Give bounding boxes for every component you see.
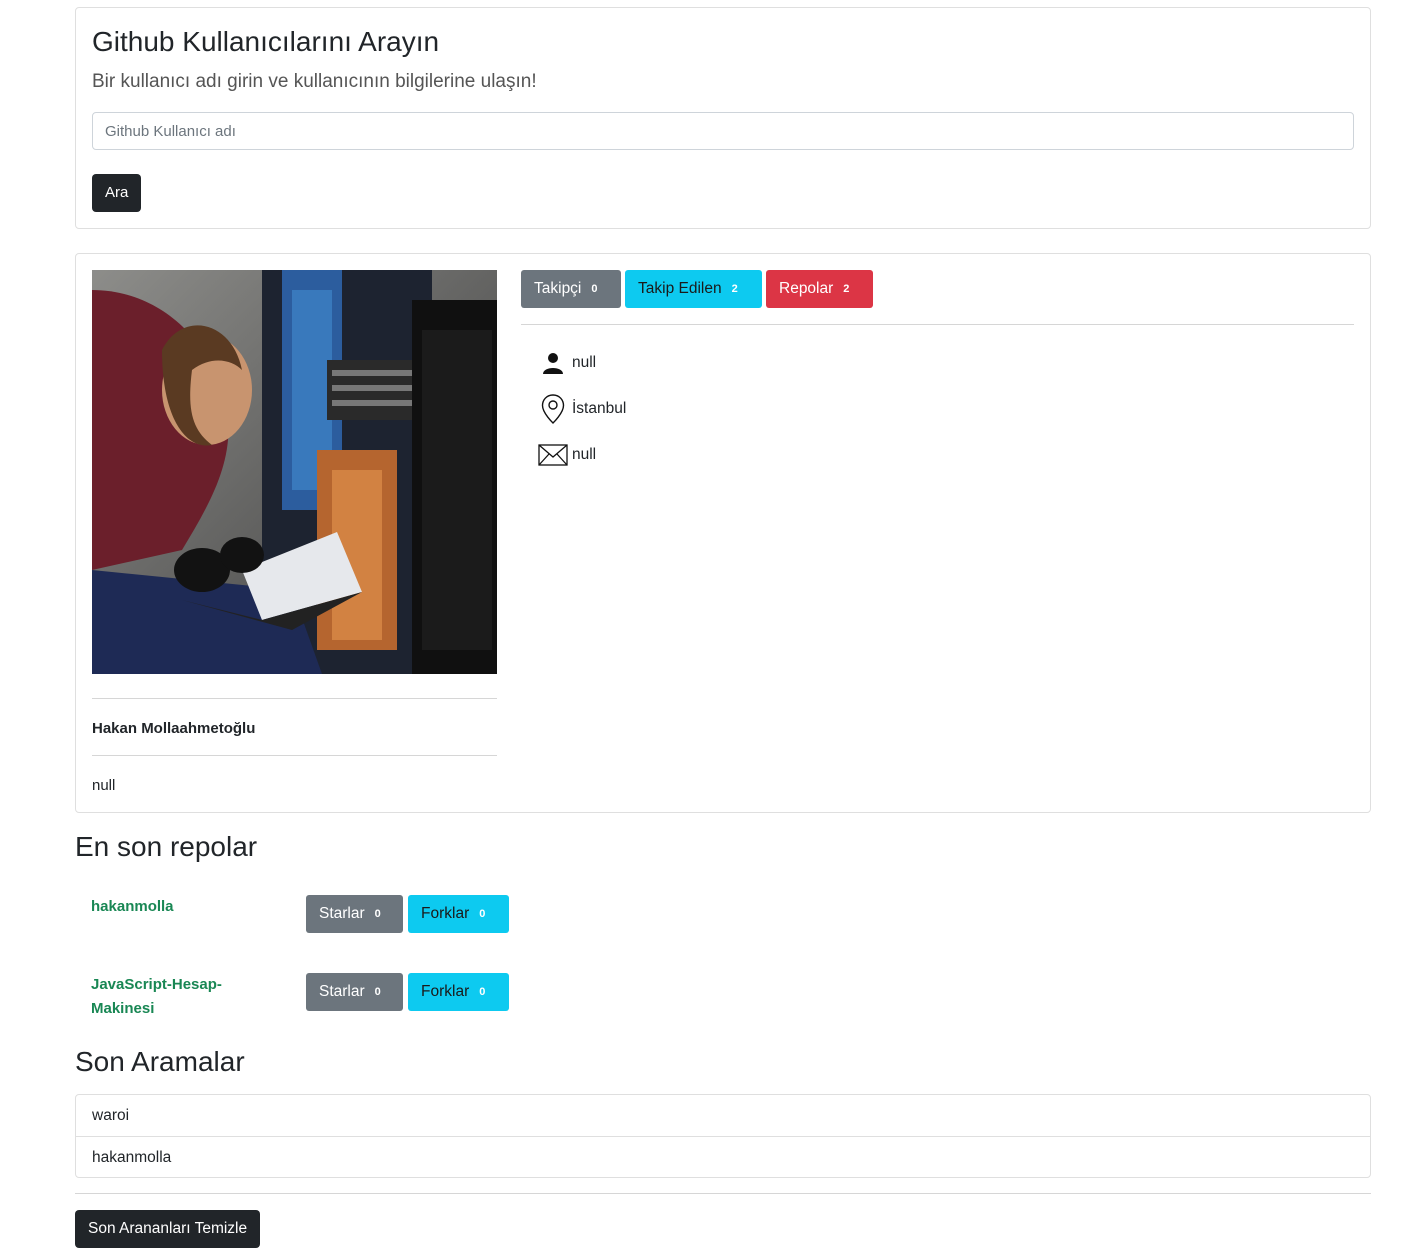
divider (521, 324, 1354, 325)
following-button[interactable]: Takip Edilen 2 (625, 270, 762, 308)
company-row: null (538, 348, 596, 378)
stars-label: Starlar (319, 905, 365, 922)
forks-label: Forklar (421, 983, 470, 1000)
search-subtitle: Bir kullanıcı adı girin ve kullanıcının … (92, 71, 537, 92)
repos-button[interactable]: Repolar 2 (766, 270, 873, 308)
email-row: null (538, 440, 596, 470)
profile-bio: null (92, 777, 116, 794)
username-search-input[interactable] (92, 112, 1354, 150)
following-label: Takip Edilen (638, 280, 722, 297)
location-row: İstanbul (538, 394, 626, 424)
search-title: Github Kullanıcılarını Arayın (92, 26, 440, 57)
location-value: İstanbul (572, 400, 627, 417)
person-icon (538, 348, 568, 378)
recent-searches-list: waroi hakanmolla (75, 1094, 1371, 1178)
stars-count: 0 (374, 986, 381, 998)
following-count: 2 (731, 283, 738, 295)
forks-count: 0 (479, 986, 486, 998)
company-value: null (572, 354, 597, 371)
repo-link[interactable]: hakanmolla (91, 895, 241, 919)
forks-button[interactable]: Forklar 0 (408, 973, 509, 1011)
list-item[interactable]: hakanmolla (76, 1136, 1370, 1177)
repo-link[interactable]: JavaScript-Hesap-Makinesi (91, 973, 241, 1021)
envelope-icon (538, 440, 568, 470)
search-card: Github Kullanıcılarını Arayın Bir kullan… (75, 7, 1371, 229)
profile-name: Hakan Mollaahmetoğlu (92, 720, 256, 737)
profile-card: Hakan Mollaahmetoğlu null Takipçi 0 Takip… (75, 253, 1371, 813)
stars-count: 0 (374, 908, 381, 920)
avatar (92, 270, 497, 674)
repos-count: 2 (843, 283, 850, 295)
forks-count: 0 (479, 908, 486, 920)
clear-recent-button[interactable]: Son Arananları Temizle (75, 1210, 261, 1248)
recent-section-title: Son Aramalar (75, 1046, 245, 1077)
divider (92, 698, 497, 699)
forks-button[interactable]: Forklar 0 (408, 895, 509, 933)
avatar-photo (92, 270, 497, 674)
divider (75, 1193, 1371, 1194)
email-value: null (572, 446, 597, 463)
followers-label: Takipçi (534, 280, 582, 297)
stars-label: Starlar (319, 983, 365, 1000)
search-button[interactable]: Ara (92, 174, 142, 212)
followers-button[interactable]: Takipçi 0 (521, 270, 621, 308)
followers-count: 0 (591, 283, 598, 295)
location-pin-icon (538, 394, 568, 424)
list-item[interactable]: waroi (76, 1095, 1370, 1136)
forks-label: Forklar (421, 905, 470, 922)
stars-button[interactable]: Starlar 0 (306, 973, 403, 1011)
divider (92, 755, 497, 756)
stars-button[interactable]: Starlar 0 (306, 895, 403, 933)
repos-label: Repolar (779, 280, 834, 297)
repos-section-title: En son repolar (75, 831, 258, 862)
